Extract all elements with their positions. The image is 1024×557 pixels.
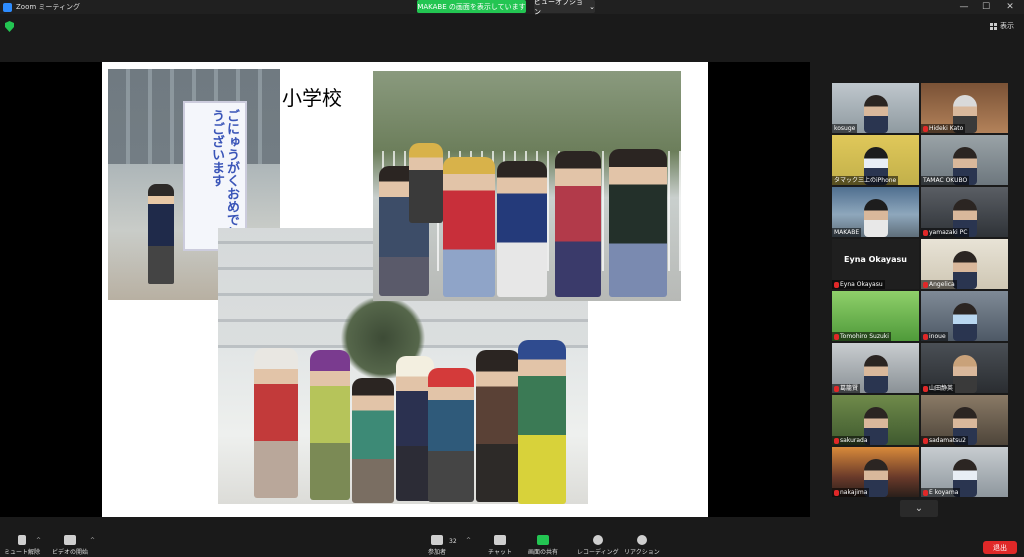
participant-name: TAMAC OKUBO (921, 176, 970, 185)
leave-meeting-button[interactable]: 退出 (983, 541, 1017, 554)
mic-muted-icon (834, 489, 839, 496)
participant-name: Eyna Okayasu (832, 280, 885, 289)
view-options-label: ビューオプション (534, 0, 583, 16)
participant-tile[interactable]: sadamatsu2 (921, 395, 1008, 445)
participant-name: Tomohiro Suzuki (832, 332, 891, 341)
zoom-window: Zoom ミーティング MAKABE の画面を表示しています ビューオプション … (0, 0, 1024, 557)
window-title: Zoom ミーティング (16, 3, 80, 11)
mic-muted-icon (834, 281, 839, 288)
participant-name: yamazaki PC (921, 228, 970, 237)
participant-tile[interactable]: nakajima (832, 447, 919, 497)
reactions-button[interactable]: リアクション (624, 535, 660, 556)
screen-share-banner: MAKABE の画面を表示しています (417, 0, 526, 13)
participant-tile[interactable]: E koyama (921, 447, 1008, 497)
participant-tile-active-speaker[interactable]: MAKABE (832, 187, 919, 237)
participant-tile[interactable]: TAMAC OKUBO (921, 135, 1008, 185)
mic-muted-icon (18, 535, 26, 545)
view-options-button[interactable]: ビューオプション ⌄ (534, 0, 595, 16)
participant-tile[interactable]: sakurada (832, 395, 919, 445)
participant-name: inoue (921, 332, 948, 341)
unmute-button[interactable]: ミュート解除 (4, 535, 40, 556)
mic-muted-icon (834, 333, 839, 340)
gallery-grid-icon (990, 22, 997, 30)
mic-muted-icon (923, 437, 928, 444)
participant-name: Hideki Kato (921, 124, 966, 133)
mic-muted-icon (923, 281, 928, 288)
participant-tile[interactable]: タマック三上のiPhone (832, 135, 919, 185)
participants-options-caret-icon[interactable]: ^ (466, 537, 471, 544)
participants-icon (431, 535, 443, 545)
participant-tile[interactable]: Tomohiro Suzuki (832, 291, 919, 341)
close-button[interactable]: ✕ (996, 0, 1024, 14)
shared-screen: ごにゅうがくおめでとうございます 小学校 (0, 62, 810, 517)
chevron-down-icon: ⌄ (914, 503, 924, 514)
view-toggle-label: 表示 (1000, 22, 1014, 30)
mic-muted-icon (923, 125, 928, 132)
share-screen-button[interactable]: 画面の共有 (528, 535, 558, 556)
mic-muted-icon (834, 437, 839, 444)
zoom-logo-icon (3, 2, 12, 12)
security-shield-icon[interactable] (5, 21, 14, 32)
participant-count: 32 (449, 538, 457, 545)
mic-muted-icon (923, 229, 928, 236)
share-screen-icon (537, 535, 549, 545)
record-button[interactable]: レコーディング (577, 535, 619, 556)
participant-name: nakajima (832, 488, 870, 497)
reactions-icon (636, 535, 647, 545)
participant-tile[interactable]: Eyna Okayasu Eyna Okayasu (832, 239, 919, 289)
video-off-icon (64, 535, 76, 545)
participant-tile[interactable]: Angelica (921, 239, 1008, 289)
gallery-next-page-button[interactable]: ⌄ (900, 500, 938, 517)
mic-muted-icon (923, 333, 928, 340)
participant-name: sakurada (832, 436, 870, 445)
chevron-down-icon: ⌄ (589, 2, 595, 11)
record-icon (592, 535, 603, 545)
mic-muted-icon (834, 385, 839, 392)
participant-name-placeholder: Eyna Okayasu (844, 255, 907, 264)
start-video-button[interactable]: ビデオの開始 (52, 535, 88, 556)
video-options-caret-icon[interactable]: ^ (90, 537, 95, 544)
participants-button[interactable]: 参加者 (428, 535, 446, 556)
chat-button[interactable]: チャット (488, 535, 512, 556)
photo-school-group (373, 71, 681, 301)
mic-muted-icon (923, 489, 928, 496)
participant-name: 葛籠賢 (832, 384, 861, 393)
participant-name: MAKABE (832, 228, 862, 237)
participant-name: Angelica (921, 280, 957, 289)
participant-name: sadamatsu2 (921, 436, 968, 445)
audio-options-caret-icon[interactable]: ^ (36, 537, 41, 544)
meeting-controls: ミュート解除 ^ ビデオの開始 ^ 参加者 32 ^ チャット 画面の共有 レコ… (0, 532, 1024, 557)
participant-name: kosuge (832, 124, 858, 133)
participant-name: 山田静英 (921, 384, 956, 393)
chat-icon (493, 535, 506, 545)
participant-name: タマック三上のiPhone (832, 176, 899, 185)
presentation-slide: ごにゅうがくおめでとうございます 小学校 (102, 62, 708, 517)
participant-tile[interactable]: 山田静英 (921, 343, 1008, 393)
participant-tile[interactable]: yamazaki PC (921, 187, 1008, 237)
mic-muted-icon (923, 385, 928, 392)
view-toggle-button[interactable]: 表示 (990, 21, 1014, 31)
participant-tile[interactable]: 葛籠賢 (832, 343, 919, 393)
participant-tile[interactable]: kosuge (832, 83, 919, 133)
participant-tile[interactable]: inoue (921, 291, 1008, 341)
slide-title: 小学校 (282, 86, 342, 110)
participant-tile[interactable]: Hideki Kato (921, 83, 1008, 133)
participant-name: E koyama (921, 488, 961, 497)
